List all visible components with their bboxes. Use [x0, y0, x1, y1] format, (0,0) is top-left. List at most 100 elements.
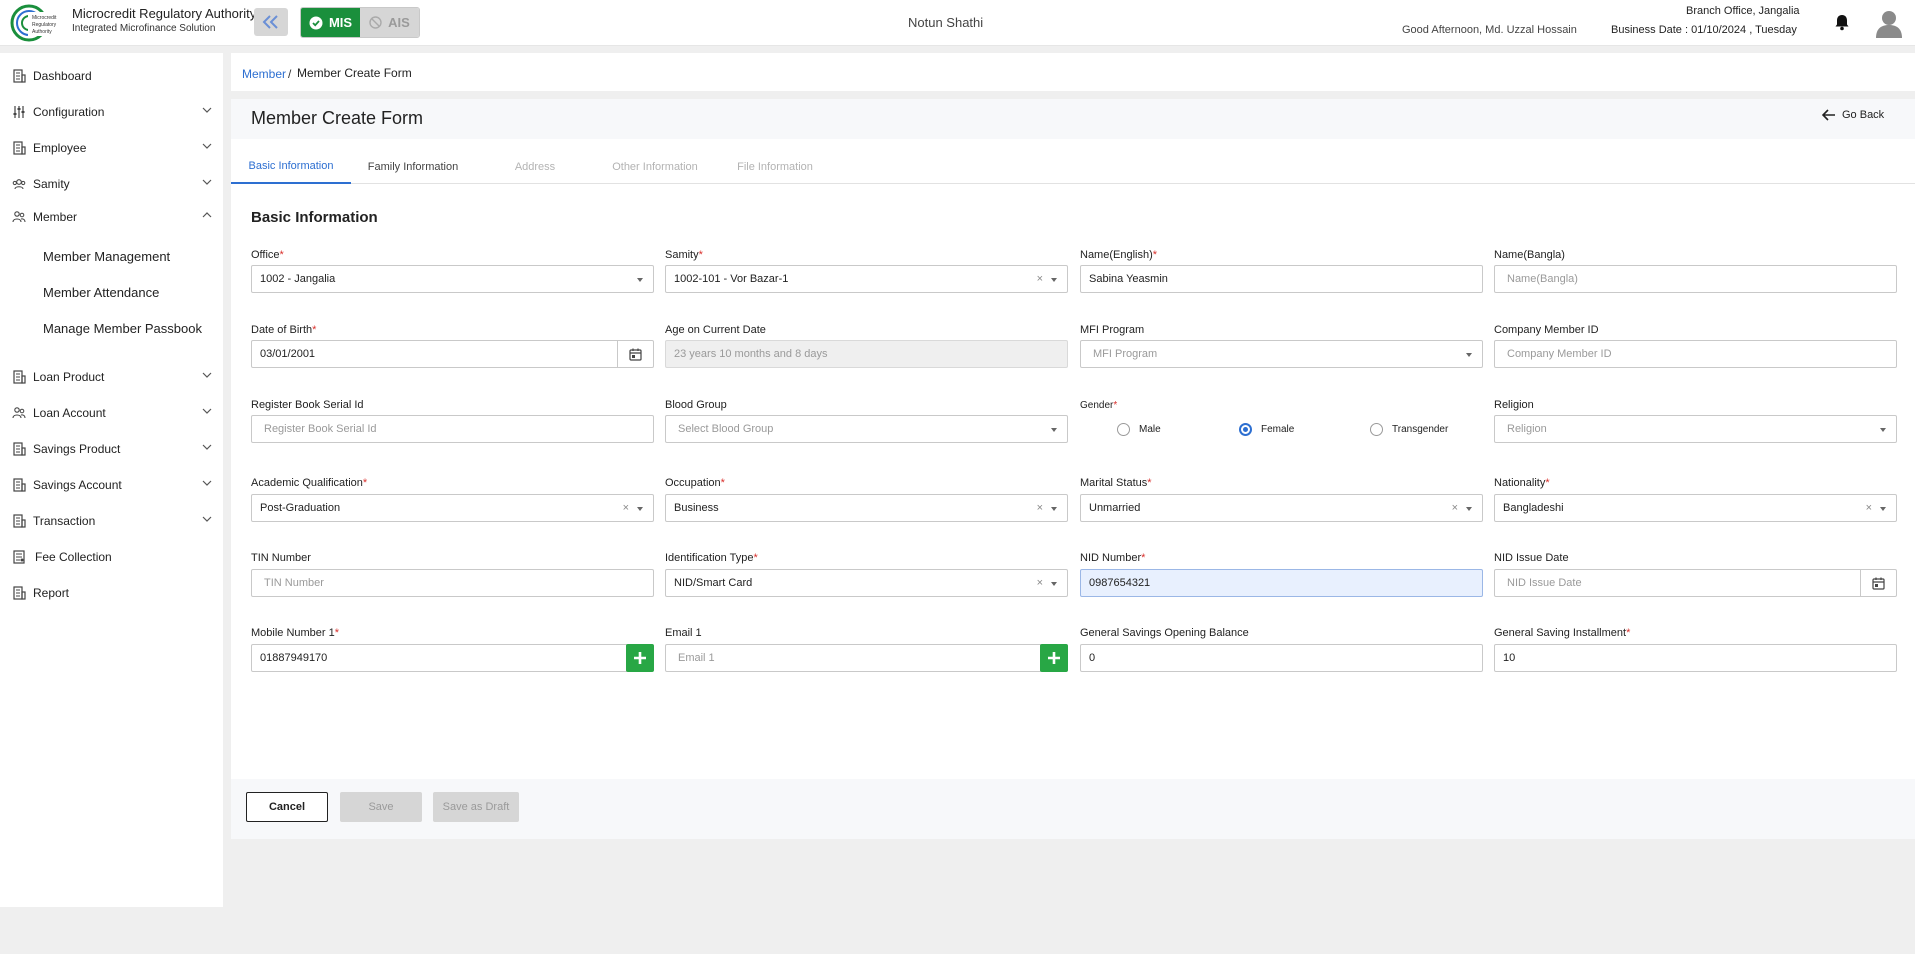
mfi-program-select[interactable]: MFI Program — [1080, 340, 1483, 368]
ais-label: AIS — [388, 15, 410, 30]
mobile-input[interactable]: 01887949170 — [251, 644, 627, 672]
religion-select[interactable]: Religion — [1494, 415, 1897, 443]
double-chevron-left-icon — [262, 15, 278, 29]
sidebar-item-loan-account[interactable]: Loan Account — [0, 400, 223, 426]
sidebar-item-fee-collection[interactable]: Fee Collection — [0, 544, 223, 570]
academic-select[interactable]: Post-Graduation × — [251, 494, 654, 522]
nid-number-input[interactable]: 0987654321 — [1080, 569, 1483, 597]
occupation-select[interactable]: Business × — [665, 494, 1068, 522]
user-avatar-icon[interactable] — [1874, 8, 1904, 38]
name-english-value: Sabina Yeasmin — [1089, 273, 1168, 285]
save-button[interactable]: Save — [340, 792, 422, 822]
blood-group-select[interactable]: Select Blood Group — [665, 415, 1068, 443]
arrow-left-icon — [1822, 109, 1835, 121]
nid-issue-date-input[interactable]: NID Issue Date — [1494, 569, 1861, 597]
add-mobile-button[interactable] — [626, 644, 654, 672]
plus-icon — [634, 652, 646, 664]
building-icon — [13, 370, 26, 384]
tin-input[interactable]: TIN Number — [251, 569, 654, 597]
chevron-down-icon — [202, 408, 212, 414]
sidebar-item-loan-product[interactable]: Loan Product — [0, 364, 223, 390]
clear-icon[interactable]: × — [1037, 577, 1043, 589]
clear-icon[interactable]: × — [623, 502, 629, 514]
sidebar-item-label: Configuration — [33, 105, 105, 119]
name-english-input[interactable]: Sabina Yeasmin — [1080, 265, 1483, 293]
notification-bell-icon[interactable] — [1834, 14, 1850, 31]
religion-placeholder: Religion — [1507, 423, 1547, 435]
sidebar: Dashboard Configuration Employee Samity … — [0, 53, 223, 907]
occupation-value: Business — [674, 502, 719, 514]
samity-label-text: Samity — [665, 249, 699, 261]
clear-icon[interactable]: × — [1037, 502, 1043, 514]
clear-icon[interactable]: × — [1037, 273, 1043, 285]
gender-option-label: Female — [1261, 424, 1295, 435]
breadcrumb-link-member[interactable]: Member — [242, 67, 286, 81]
mis-option[interactable]: MIS — [301, 8, 360, 37]
sidebar-subitem-member-passbook[interactable]: Manage Member Passbook — [43, 321, 202, 336]
chevron-down-icon — [202, 107, 212, 113]
ais-option[interactable]: AIS — [360, 8, 419, 37]
chevron-down-icon — [202, 516, 212, 522]
required-mark: * — [362, 477, 368, 489]
sidebar-item-report[interactable]: Report — [0, 580, 223, 606]
clear-icon[interactable]: × — [1452, 502, 1458, 514]
identification-type-label: Identification Type* — [665, 552, 758, 564]
register-serial-input[interactable]: Register Book Serial Id — [251, 415, 654, 443]
nationality-select[interactable]: Bangladeshi × — [1494, 494, 1897, 522]
tab-family-information[interactable]: Family Information — [351, 149, 475, 184]
add-email-button[interactable] — [1040, 644, 1068, 672]
sidebar-item-samity[interactable]: Samity — [0, 171, 223, 197]
dob-input[interactable]: 03/01/2001 — [251, 340, 618, 368]
company-member-id-input[interactable]: Company Member ID — [1494, 340, 1897, 368]
required-mark: * — [1152, 249, 1158, 261]
email-input[interactable]: Email 1 — [665, 644, 1041, 672]
building-icon — [13, 514, 26, 528]
collapse-sidebar-button[interactable] — [254, 8, 288, 36]
sidebar-item-savings-product[interactable]: Savings Product — [0, 436, 223, 462]
plus-icon — [1048, 652, 1060, 664]
dob-label-text: Date of Birth — [251, 324, 313, 336]
samity-select[interactable]: 1002-101 - Vor Bazar-1 × — [665, 265, 1068, 293]
sidebar-subitem-member-attendance[interactable]: Member Attendance — [43, 285, 159, 300]
samity-value: 1002-101 - Vor Bazar-1 — [674, 273, 789, 285]
brand-title: Microcredit Regulatory Authority — [72, 6, 257, 21]
required-mark: * — [1113, 400, 1118, 411]
name-bangla-input[interactable]: Name(Bangla) — [1494, 265, 1897, 293]
tab-basic-information[interactable]: Basic Information — [231, 149, 351, 184]
marital-status-label-text: Marital Status — [1080, 477, 1148, 489]
sidebar-subitem-member-management[interactable]: Member Management — [43, 249, 170, 264]
nid-issue-calendar-button[interactable] — [1861, 569, 1897, 597]
go-back-button[interactable]: Go Back — [1822, 109, 1884, 121]
sidebar-item-employee[interactable]: Employee — [0, 135, 223, 161]
blood-group-placeholder: Select Blood Group — [678, 423, 774, 435]
cancel-button[interactable]: Cancel — [246, 792, 328, 822]
samity-label: Samity* — [665, 249, 703, 261]
gender-radio-male[interactable]: Male — [1117, 423, 1161, 436]
gen-savings-opening-input[interactable]: 0 — [1080, 644, 1483, 672]
chevron-down-icon — [202, 480, 212, 486]
required-mark: * — [312, 324, 317, 336]
mis-ais-toggle[interactable]: MIS AIS — [300, 7, 420, 38]
marital-status-label: Marital Status* — [1080, 477, 1152, 489]
tab-address: Address — [514, 160, 556, 173]
dob-calendar-button[interactable] — [618, 340, 654, 368]
save-as-draft-button[interactable]: Save as Draft — [433, 792, 519, 822]
office-select[interactable]: 1002 - Jangalia — [251, 265, 654, 293]
marital-status-select[interactable]: Unmarried × — [1080, 494, 1483, 522]
sidebar-item-savings-account[interactable]: Savings Account — [0, 472, 223, 498]
sidebar-item-dashboard[interactable]: Dashboard — [0, 63, 223, 89]
gender-radio-female[interactable]: Female — [1239, 423, 1294, 436]
age-label: Age on Current Date — [665, 324, 766, 336]
sidebar-item-transaction[interactable]: Transaction — [0, 508, 223, 534]
caret-down-icon — [637, 278, 643, 282]
title-strip: Member Create Form Go Back — [231, 99, 1915, 139]
gen-saving-installment-input[interactable]: 10 — [1494, 644, 1897, 672]
name-english-label: Name(English)* — [1080, 249, 1157, 261]
sidebar-item-configuration[interactable]: Configuration — [0, 99, 223, 125]
clear-icon[interactable]: × — [1866, 502, 1872, 514]
mobile-label-text: Mobile Number 1 — [251, 627, 335, 639]
gender-radio-transgender[interactable]: Transgender — [1370, 423, 1448, 436]
caret-down-icon — [1051, 428, 1057, 432]
identification-type-select[interactable]: NID/Smart Card × — [665, 569, 1068, 597]
sidebar-item-member[interactable]: Member — [0, 204, 223, 230]
